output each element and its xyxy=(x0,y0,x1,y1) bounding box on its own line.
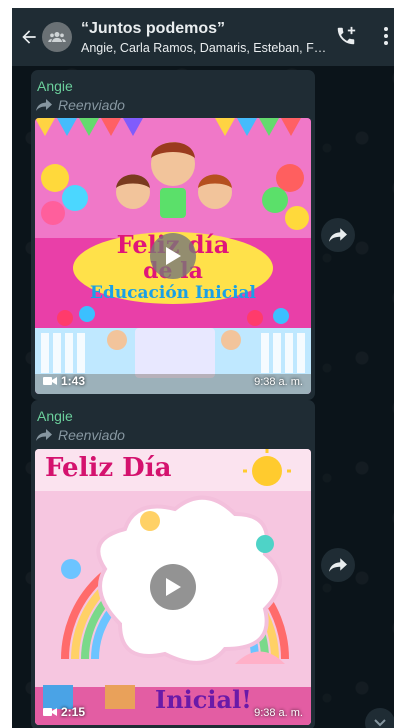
forward-icon xyxy=(36,429,52,441)
add-call-icon xyxy=(337,26,356,45)
message-bubble[interactable]: Angie Reenviado Feliz Día Inicial! 2:15 … xyxy=(31,400,315,728)
video-top-text: Feliz Día xyxy=(45,453,172,483)
video-message[interactable]: Feliz Día Inicial! 2:15 9:38 a. m. xyxy=(35,449,311,725)
video-message[interactable]: Feliz día de la Educación Inicial 1:43 9… xyxy=(35,118,311,394)
scroll-to-bottom-button[interactable] xyxy=(365,708,394,728)
message-time: 9:38 a. m. xyxy=(254,707,303,719)
chat-header: “Juntos podemos” Angie, Carla Ramos, Dam… xyxy=(12,8,394,66)
more-vert-icon xyxy=(384,27,388,45)
forwarded-label: Reenviado xyxy=(58,97,125,113)
chevron-down-icon xyxy=(374,719,386,727)
video-duration: 1:43 xyxy=(43,374,85,388)
forwarded-label: Reenviado xyxy=(58,427,125,443)
chat-screen: “Juntos podemos” Angie, Carla Ramos, Dam… xyxy=(12,8,394,728)
add-call-button[interactable] xyxy=(332,22,360,50)
sender-name[interactable]: Angie xyxy=(37,408,73,424)
video-camera-icon xyxy=(43,708,57,716)
duration-text: 1:43 xyxy=(61,374,86,388)
forwarded-indicator: Reenviado xyxy=(36,97,125,113)
share-button[interactable] xyxy=(321,548,355,582)
forward-icon xyxy=(36,99,52,111)
group-avatar[interactable] xyxy=(42,22,72,52)
share-icon xyxy=(329,228,347,242)
back-button[interactable] xyxy=(16,8,42,66)
sender-name[interactable]: Angie xyxy=(37,78,73,94)
play-icon xyxy=(166,247,181,265)
group-avatar-icon xyxy=(48,32,66,42)
play-icon xyxy=(166,578,181,596)
group-name: “Juntos podemos” xyxy=(81,19,226,37)
chat-title-area[interactable]: “Juntos podemos” Angie, Carla Ramos, Dam… xyxy=(81,20,329,55)
arrow-left-icon xyxy=(22,30,36,44)
duration-text: 2:15 xyxy=(61,705,86,719)
play-button[interactable] xyxy=(150,564,196,610)
message-bubble[interactable]: Angie Reenviado Feliz día la Educación I… xyxy=(31,70,315,400)
share-icon xyxy=(329,558,347,572)
video-duration: 2:15 xyxy=(43,705,85,719)
share-button[interactable] xyxy=(321,218,355,252)
video-title-line-3: Educación Inicial xyxy=(89,283,257,303)
more-options-button[interactable] xyxy=(372,22,394,50)
forwarded-indicator: Reenviado xyxy=(36,427,125,443)
message-time: 9:38 a. m. xyxy=(254,376,303,388)
participants-list: Angie, Carla Ramos, Damaris, Esteban, Fa… xyxy=(81,40,329,55)
play-button[interactable] xyxy=(150,233,196,279)
video-camera-icon xyxy=(43,377,57,385)
